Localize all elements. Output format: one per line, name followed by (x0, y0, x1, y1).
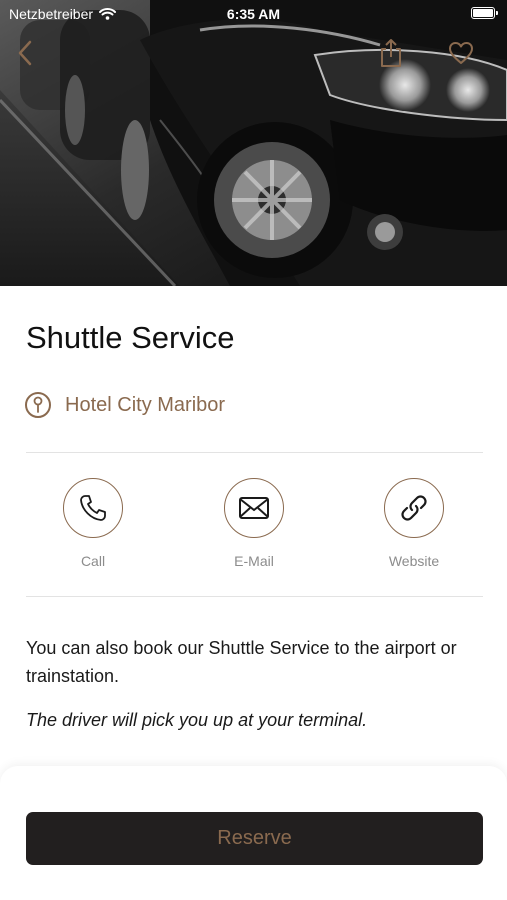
location-name: Hotel City Maribor (65, 393, 226, 416)
divider-top (26, 452, 483, 453)
mail-icon (239, 497, 269, 519)
divider-bottom (26, 596, 483, 597)
description: You can also book our Shuttle Service to… (26, 638, 457, 686)
email-action[interactable]: E-Mail (194, 478, 314, 569)
website-button[interactable] (384, 478, 444, 538)
location-pin-icon (25, 392, 51, 418)
share-icon (381, 39, 401, 67)
battery-icon (471, 7, 498, 19)
heart-icon (449, 42, 473, 64)
location-row[interactable]: Hotel City Maribor (25, 392, 225, 418)
phone-icon (80, 495, 106, 521)
website-action[interactable]: Website (354, 478, 474, 569)
link-icon (401, 495, 427, 521)
contact-actions: Call E-Mail Website (26, 478, 483, 578)
email-label: E-Mail (234, 553, 274, 569)
status-time: 6:35 AM (226, 6, 281, 22)
reserve-button[interactable]: Reserve (26, 812, 483, 865)
bottom-sheet: Reserve (0, 766, 507, 900)
pickup-note: The driver will pick you up at your term… (26, 710, 368, 730)
website-label: Website (388, 553, 440, 569)
status-bar: Netzbetreiber 6:35 AM (0, 0, 507, 28)
back-icon (18, 40, 32, 66)
email-button[interactable] (224, 478, 284, 538)
call-button[interactable] (63, 478, 123, 538)
call-label: Call (80, 553, 106, 569)
back-button[interactable] (8, 36, 42, 70)
hero-image: Netzbetreiber 6:35 AM (0, 0, 507, 286)
page-title: Shuttle Service (26, 320, 235, 355)
favorite-button[interactable] (444, 36, 478, 70)
call-action[interactable]: Call (33, 478, 153, 569)
share-button[interactable] (374, 36, 408, 70)
car-photo (0, 0, 507, 286)
